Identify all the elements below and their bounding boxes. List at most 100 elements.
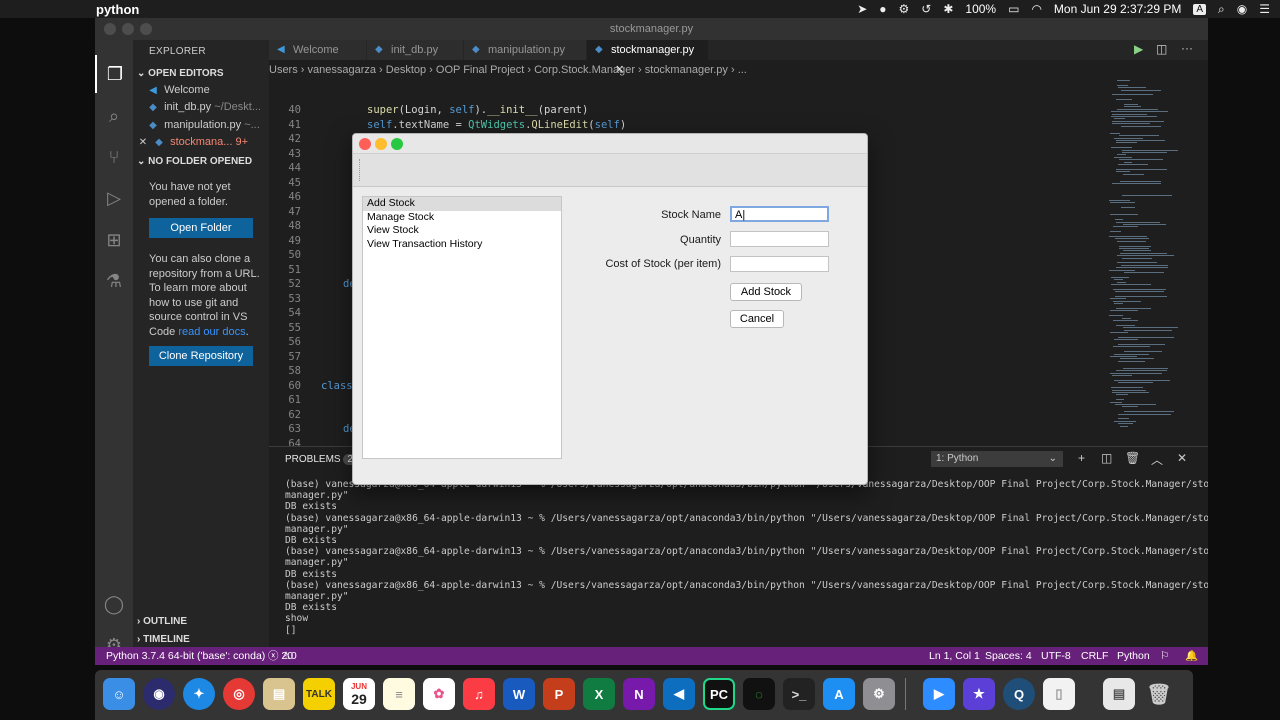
code-line[interactable]: self.textName = QtWidgets.QLineEdit(self… bbox=[367, 119, 626, 131]
python-interpreter[interactable]: Python 3.7.4 64-bit ('base': conda) bbox=[106, 647, 265, 665]
tab-problems[interactable]: PROBLEMS 20 bbox=[285, 454, 363, 465]
run-file-icon[interactable]: ▶ bbox=[1134, 42, 1143, 56]
explorer-icon[interactable]: ❐ bbox=[95, 55, 133, 93]
battery-icon[interactable]: ▭ bbox=[1008, 2, 1019, 16]
split-editor-icon[interactable]: ◫ bbox=[1156, 42, 1167, 56]
photos-icon[interactable]: ✿ bbox=[423, 678, 455, 710]
code-line[interactable]: super(Login, self).__init__(parent) bbox=[367, 104, 588, 116]
siri-icon[interactable]: ◉ bbox=[143, 678, 175, 710]
open-editor-item-active[interactable]: ✕ ◆ stockmana... 9+ bbox=[135, 134, 269, 151]
wifi-icon[interactable]: ◠ bbox=[1031, 2, 1041, 16]
finder-icon[interactable]: ☺ bbox=[103, 678, 135, 710]
document-icon[interactable]: ▯ bbox=[1043, 678, 1075, 710]
pycharm-icon[interactable]: PC bbox=[703, 678, 735, 710]
tab-welcome[interactable]: ◀ Welcome bbox=[269, 40, 367, 60]
minimize-window-icon[interactable] bbox=[122, 23, 134, 35]
split-terminal-icon[interactable]: ◫ bbox=[1101, 451, 1112, 465]
list-item-view-stock[interactable]: View Stock bbox=[363, 224, 561, 238]
trash-icon[interactable]: 🗑 bbox=[1125, 451, 1140, 465]
cursor-position[interactable]: Ln 1, Col 1 bbox=[929, 647, 980, 665]
maximize-panel-icon[interactable]: ︿ bbox=[1151, 451, 1163, 468]
notes-pad-icon[interactable]: ▤ bbox=[263, 678, 295, 710]
cost-input[interactable] bbox=[730, 256, 829, 272]
excel-icon[interactable]: X bbox=[583, 678, 615, 710]
stock-name-input[interactable]: A| bbox=[730, 206, 829, 222]
input-source-badge[interactable]: A bbox=[1193, 3, 1207, 15]
app-menu-name[interactable]: python bbox=[96, 2, 139, 17]
open-editor-item[interactable]: ◆ init_db.py ~/Deskt... bbox=[145, 99, 269, 116]
downloads-stack-icon[interactable]: ▤ bbox=[1103, 678, 1135, 710]
battery-percent[interactable]: 100% bbox=[965, 2, 996, 16]
quantity-input[interactable] bbox=[730, 231, 829, 247]
activity-ring-icon[interactable]: ◌ bbox=[743, 678, 775, 710]
problems-status[interactable]: ⓧ 20 ⚠ 0 bbox=[268, 647, 297, 665]
list-item-transaction-history[interactable]: View Transaction History bbox=[363, 238, 561, 252]
terminal-icon[interactable]: >_ bbox=[783, 678, 815, 710]
bluetooth-icon[interactable]: ✱ bbox=[943, 2, 953, 16]
testing-icon[interactable]: ⚗ bbox=[95, 262, 133, 300]
breadcrumb[interactable]: Users › vanessagarza › Desktop › OOP Fin… bbox=[269, 64, 747, 76]
open-editor-item[interactable]: ◀ Welcome bbox=[145, 82, 269, 99]
notes-icon[interactable]: ≡ bbox=[383, 678, 415, 710]
system-preferences-icon[interactable]: ⚙ bbox=[863, 678, 895, 710]
tab-init-db[interactable]: ◆ init_db.py bbox=[367, 40, 464, 60]
outline-section[interactable]: › OUTLINE bbox=[137, 616, 187, 627]
source-control-icon[interactable]: ⑂ bbox=[95, 138, 133, 176]
list-item-add-stock[interactable]: Add Stock bbox=[363, 197, 561, 211]
timeline-section[interactable]: › TIMELINE bbox=[137, 634, 190, 645]
extensions-icon[interactable]: ⊞ bbox=[95, 221, 133, 259]
close-window-icon[interactable] bbox=[359, 138, 371, 150]
zoom-icon[interactable]: ▶ bbox=[923, 678, 955, 710]
feedback-icon[interactable]: ⚐ bbox=[1160, 647, 1169, 665]
open-editor-item[interactable]: ◆ manipulation.py ~... bbox=[145, 117, 269, 134]
more-actions-icon[interactable]: ··· bbox=[1181, 41, 1193, 55]
word-icon[interactable]: W bbox=[503, 678, 535, 710]
search-icon[interactable]: ⌕ bbox=[95, 97, 133, 135]
clone-repository-button[interactable]: Clone Repository bbox=[149, 346, 253, 366]
kakaotalk-icon[interactable]: TALK bbox=[303, 678, 335, 710]
run-debug-icon[interactable]: ▷ bbox=[95, 179, 133, 217]
terminal-output[interactable]: (base) vanessagarza@x86_64-apple-darwin1… bbox=[285, 479, 1208, 636]
notifications-icon[interactable]: 🔔 bbox=[1185, 647, 1198, 665]
end-of-line[interactable]: CRLF bbox=[1081, 647, 1108, 665]
code-line[interactable]: class bbox=[321, 380, 353, 392]
tab-stockmanager[interactable]: ◆ stockmanager.py ✕ bbox=[587, 40, 709, 76]
cancel-button[interactable]: Cancel bbox=[730, 310, 784, 328]
encoding[interactable]: UTF-8 bbox=[1041, 647, 1071, 665]
record-icon[interactable]: ● bbox=[879, 2, 886, 16]
control-center-icon[interactable]: ☰ bbox=[1259, 2, 1270, 16]
settings-icon[interactable]: ⚙ bbox=[899, 2, 910, 16]
open-folder-button[interactable]: Open Folder bbox=[149, 218, 253, 238]
close-editor-icon[interactable]: ✕ bbox=[135, 134, 151, 151]
minimize-window-icon[interactable] bbox=[375, 138, 387, 150]
onenote-icon[interactable]: N bbox=[623, 678, 655, 710]
read-docs-link[interactable]: read our docs bbox=[178, 326, 245, 338]
close-panel-icon[interactable]: ✕ bbox=[1177, 451, 1187, 465]
terminal-select[interactable]: 1: Python ⌄ bbox=[931, 451, 1063, 467]
minimap[interactable] bbox=[1105, 80, 1205, 440]
account-icon[interactable]: ◯ bbox=[95, 585, 133, 623]
time-machine-icon[interactable]: ↺ bbox=[921, 2, 931, 16]
powerpoint-icon[interactable]: P bbox=[543, 678, 575, 710]
zoom-window-icon[interactable] bbox=[140, 23, 152, 35]
trash-icon[interactable]: 🗑 bbox=[1143, 678, 1175, 710]
menu-list[interactable]: Add Stock Manage Stock View Stock View T… bbox=[362, 196, 562, 459]
zoom-window-icon[interactable] bbox=[391, 138, 403, 150]
indentation[interactable]: Spaces: 4 bbox=[985, 647, 1032, 665]
app-store-icon[interactable]: A bbox=[823, 678, 855, 710]
siri-icon[interactable]: ◉ bbox=[1237, 2, 1247, 16]
close-window-icon[interactable] bbox=[104, 23, 116, 35]
language-mode[interactable]: Python bbox=[1117, 647, 1150, 665]
add-stock-button[interactable]: Add Stock bbox=[730, 283, 802, 301]
music-icon[interactable]: ♫ bbox=[463, 678, 495, 710]
open-editors-section[interactable]: ⌄ OPEN EDITORS bbox=[137, 68, 224, 79]
list-item-manage-stock[interactable]: Manage Stock bbox=[363, 211, 561, 225]
tab-manipulation[interactable]: ◆ manipulation.py bbox=[464, 40, 587, 60]
new-terminal-icon[interactable]: + bbox=[1078, 451, 1085, 465]
calendar-icon[interactable]: JUN 29 bbox=[343, 678, 375, 710]
quicktime-icon[interactable]: Q bbox=[1003, 678, 1035, 710]
chrome-icon[interactable]: ◎ bbox=[223, 678, 255, 710]
toolbar-grip[interactable] bbox=[359, 159, 361, 181]
spotlight-icon[interactable]: ⌕ bbox=[1218, 2, 1225, 17]
vscode-icon[interactable]: ◀ bbox=[663, 678, 695, 710]
